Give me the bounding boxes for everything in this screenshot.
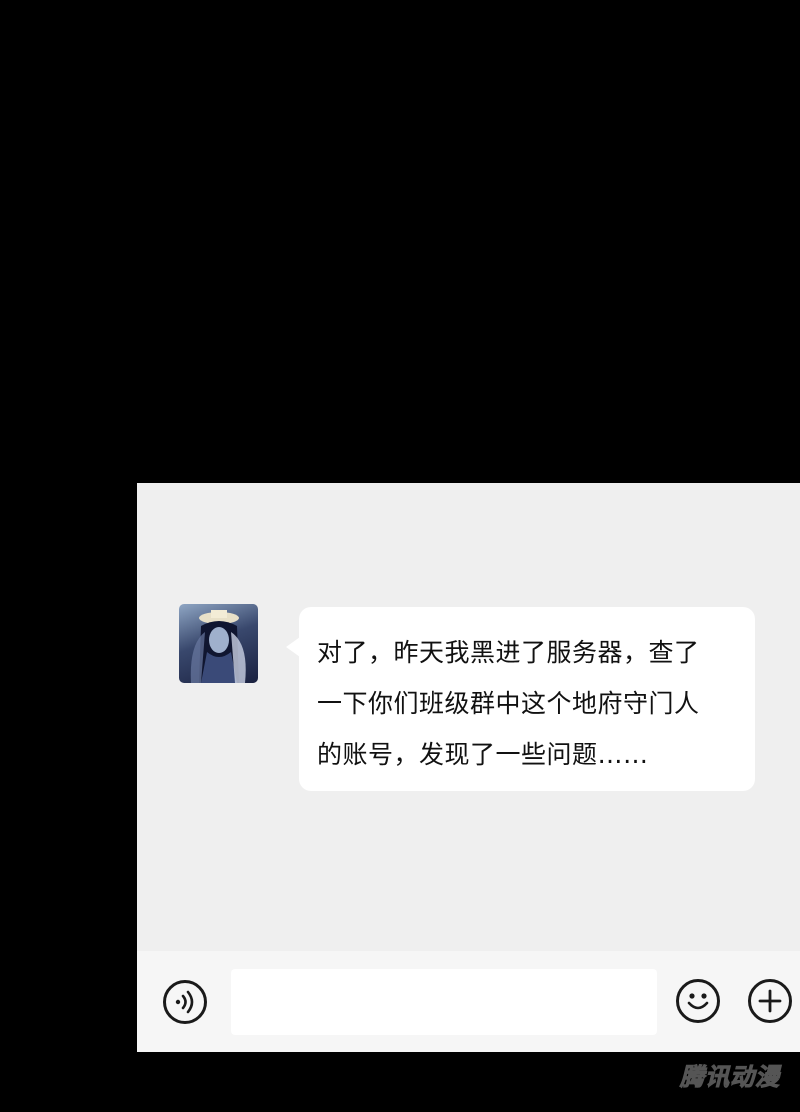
chat-window: 对了，昨天我黑进了服务器，查了 一下你们班级群中这个地府守门人 的账号，发现了一… [137, 483, 800, 1052]
watermark-logo: 腾讯动漫 [680, 1063, 780, 1092]
message-text: 对了，昨天我黑进了服务器，查了 一下你们班级群中这个地府守门人 的账号，发现了一… [317, 638, 700, 769]
avatar[interactable] [179, 604, 258, 683]
voice-button[interactable] [163, 980, 207, 1024]
input-bar [137, 951, 800, 1052]
plus-icon [758, 989, 782, 1013]
character-portrait-icon [190, 610, 246, 683]
bubble-tail [286, 637, 300, 657]
message-input[interactable] [231, 969, 657, 1035]
voice-icon [175, 990, 194, 1014]
plus-button[interactable] [748, 979, 792, 1023]
smile-emoji-icon [687, 993, 709, 1010]
emoji-button[interactable] [676, 979, 720, 1023]
message-bubble: 对了，昨天我黑进了服务器，查了 一下你们班级群中这个地府守门人 的账号，发现了一… [286, 607, 755, 791]
